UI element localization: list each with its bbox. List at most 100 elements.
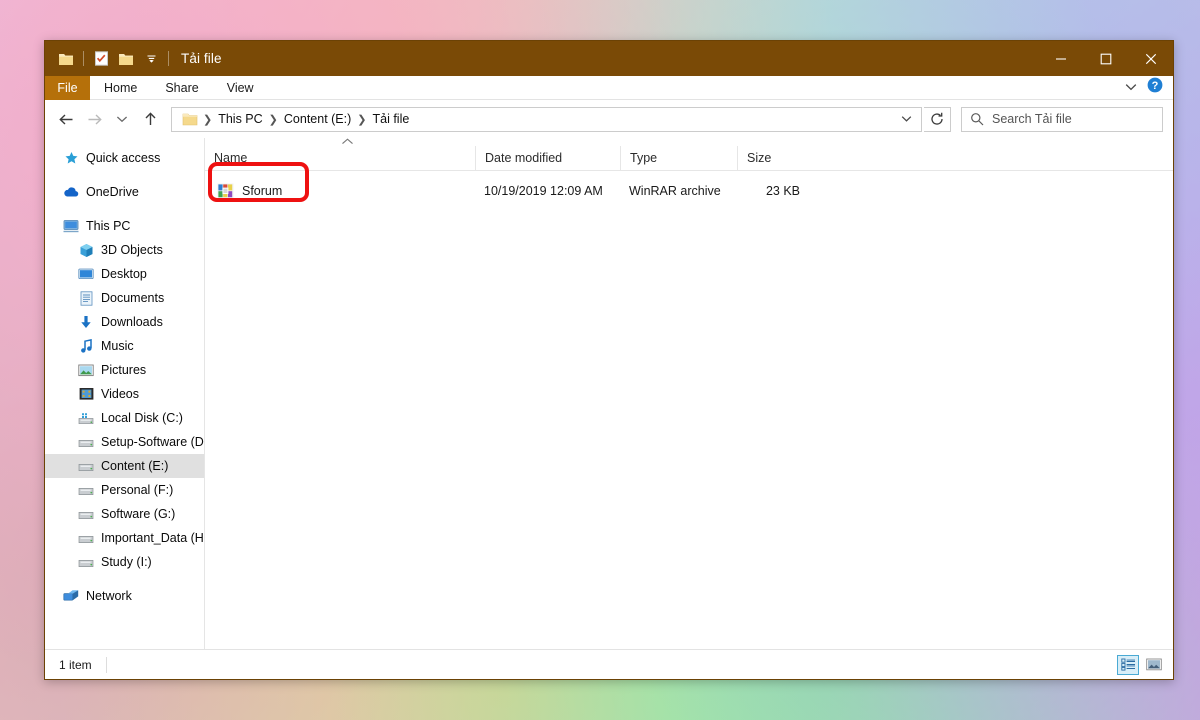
sidebar-item-network[interactable]: Network xyxy=(45,584,204,608)
sidebar-label: Setup-Software (D:) xyxy=(101,435,204,449)
details-view-button[interactable] xyxy=(1117,654,1139,675)
minimize-button[interactable] xyxy=(1038,41,1083,76)
computer-icon xyxy=(63,218,79,234)
table-row[interactable]: Sforum 10/19/2019 12:09 AM WinRAR archiv… xyxy=(205,179,1173,203)
file-type-cell: WinRAR archive xyxy=(629,184,721,198)
sidebar-item-quick-access[interactable]: Quick access xyxy=(45,146,204,170)
new-folder-icon[interactable] xyxy=(115,48,137,70)
breadcrumb-item-content-e[interactable]: Content (E:) xyxy=(279,108,356,131)
sidebar-item-downloads[interactable]: Downloads xyxy=(45,310,204,334)
sidebar-item-pictures[interactable]: Pictures xyxy=(45,358,204,382)
system-drive-icon xyxy=(78,410,94,426)
pictures-icon xyxy=(78,362,94,378)
navigation-pane[interactable]: Quick access OneDrive This PC 3D Objects… xyxy=(45,138,205,649)
status-bar: 1 item xyxy=(45,649,1173,679)
status-separator xyxy=(105,656,107,673)
ribbon-tab-strip: File Home Share View ? xyxy=(45,76,1173,100)
file-list-empty-area[interactable] xyxy=(205,203,1173,649)
column-header-name[interactable]: Name xyxy=(205,146,475,171)
view-mode-buttons xyxy=(1117,654,1165,675)
3d-objects-icon xyxy=(78,242,94,258)
sidebar-label: Personal (F:) xyxy=(101,483,174,497)
desktop-icon xyxy=(78,266,94,282)
large-icons-view-button[interactable] xyxy=(1143,655,1165,675)
window-controls xyxy=(1038,41,1173,76)
search-icon xyxy=(970,112,984,126)
window-title: Tải file xyxy=(181,51,222,66)
sidebar-item-local-disk-c[interactable]: Local Disk (C:) xyxy=(45,406,204,430)
forward-button[interactable] xyxy=(81,106,107,132)
sidebar-item-this-pc[interactable]: This PC xyxy=(45,214,204,238)
expand-ribbon-chevron-down-icon[interactable] xyxy=(1125,79,1137,97)
sidebar-item-study-i[interactable]: Study (I:) xyxy=(45,550,204,574)
sidebar-label: Quick access xyxy=(86,151,161,165)
sort-ascending-icon xyxy=(341,137,354,148)
tab-file[interactable]: File xyxy=(45,76,90,100)
sidebar-gap-3 xyxy=(45,574,204,584)
sidebar-gap-1 xyxy=(45,170,204,180)
drive-icon xyxy=(78,482,94,498)
close-button[interactable] xyxy=(1128,41,1173,76)
breadcrumb-separator-2[interactable]: ❯ xyxy=(356,113,367,126)
sidebar-label: Study (I:) xyxy=(101,555,152,569)
desktop-background: Tải file File Home Share View ? ❯ This P… xyxy=(0,0,1200,720)
sidebar-item-important-data-h[interactable]: Important_Data (H:) xyxy=(45,526,204,550)
file-size-cell: 23 KB xyxy=(765,184,800,198)
column-header-type[interactable]: Type xyxy=(620,145,737,171)
properties-icon[interactable] xyxy=(90,48,112,70)
music-icon xyxy=(78,338,94,354)
refresh-icon[interactable] xyxy=(924,106,951,132)
address-bar[interactable]: ❯ This PC ❯ Content (E:) ❯ Tải file xyxy=(171,106,922,132)
drive-icon xyxy=(78,530,94,546)
sidebar-label: Content (E:) xyxy=(101,459,169,473)
title-bar: Tải file xyxy=(45,41,1173,76)
qat-separator xyxy=(83,51,84,66)
sidebar-item-onedrive[interactable]: OneDrive xyxy=(45,180,204,204)
folder-icon[interactable] xyxy=(55,48,77,70)
file-list-pane[interactable]: Name Date modified Type Size Sforum 10/1… xyxy=(205,138,1173,649)
tab-home[interactable]: Home xyxy=(90,76,151,100)
recent-locations-chevron-down-icon[interactable] xyxy=(109,106,135,132)
tab-view[interactable]: View xyxy=(213,76,268,100)
breadcrumb-item-this-pc[interactable]: This PC xyxy=(213,108,267,131)
sidebar-item-software-g[interactable]: Software (G:) xyxy=(45,502,204,526)
breadcrumb-separator-1[interactable]: ❯ xyxy=(268,113,279,126)
column-headers: Name Date modified Type Size xyxy=(205,138,1173,171)
sidebar-item-music[interactable]: Music xyxy=(45,334,204,358)
sidebar-label: Videos xyxy=(101,387,139,401)
sidebar-item-setup-software-d[interactable]: Setup-Software (D:) xyxy=(45,430,204,454)
sidebar-item-documents[interactable]: Documents xyxy=(45,286,204,310)
drive-icon xyxy=(78,434,94,450)
svg-text:?: ? xyxy=(1152,80,1159,92)
sidebar-item-3d-objects[interactable]: 3D Objects xyxy=(45,238,204,262)
breadcrumb-separator-0[interactable]: ❯ xyxy=(202,113,213,126)
address-chevron-down-icon[interactable] xyxy=(894,108,919,131)
up-button[interactable] xyxy=(137,106,163,132)
network-icon xyxy=(63,588,79,604)
column-header-size[interactable]: Size xyxy=(737,145,812,171)
window-body: Quick access OneDrive This PC 3D Objects… xyxy=(45,138,1173,649)
back-button[interactable] xyxy=(53,106,79,132)
tab-share[interactable]: Share xyxy=(151,76,212,100)
drive-icon xyxy=(78,506,94,522)
search-input[interactable]: Search Tải file xyxy=(961,106,1163,132)
file-name-cell[interactable]: Sforum xyxy=(205,183,475,199)
sidebar-gap-2 xyxy=(45,204,204,214)
file-name-text: Sforum xyxy=(242,184,283,198)
column-header-date-modified[interactable]: Date modified xyxy=(475,145,620,171)
sidebar-item-personal-f[interactable]: Personal (F:) xyxy=(45,478,204,502)
sidebar-item-content-e[interactable]: Content (E:) xyxy=(45,454,204,478)
chevron-down-icon[interactable] xyxy=(140,48,162,70)
sidebar-label: 3D Objects xyxy=(101,243,163,257)
sidebar-label: Software (G:) xyxy=(101,507,176,521)
maximize-button[interactable] xyxy=(1083,41,1128,76)
sidebar-item-videos[interactable]: Videos xyxy=(45,382,204,406)
drive-icon xyxy=(78,458,94,474)
breadcrumb-item-tai-file[interactable]: Tải file xyxy=(368,108,415,131)
quick-access-toolbar xyxy=(45,48,172,70)
sidebar-item-desktop[interactable]: Desktop xyxy=(45,262,204,286)
file-date-modified-cell: 10/19/2019 12:09 AM xyxy=(484,184,603,198)
help-icon[interactable]: ? xyxy=(1147,77,1163,98)
ribbon-right-controls: ? xyxy=(1125,76,1173,99)
sidebar-label: Downloads xyxy=(101,315,163,329)
